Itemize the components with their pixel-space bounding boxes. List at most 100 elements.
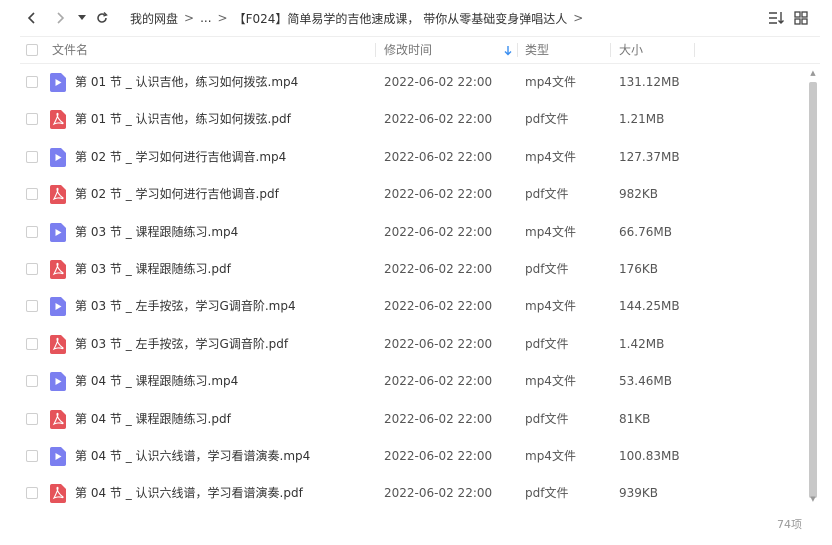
file-name[interactable]: 第 03 节 _ 左手按弦，学习G调音阶.mp4 [75, 288, 296, 325]
breadcrumb-separator: > [217, 11, 228, 25]
breadcrumb-item-ellipsis[interactable]: ... [200, 11, 211, 25]
file-modified-time: 2022-06-02 22:00 [384, 449, 493, 463]
video-file-icon [50, 372, 66, 392]
sort-list-icon [769, 12, 784, 24]
file-row[interactable]: 第 03 节 _ 左手按弦，学习G调音阶.mp4 2022-06-02 22:00… [20, 288, 805, 325]
file-row[interactable]: 第 03 节 _ 课程跟随练习.mp4 2022-06-02 22:00 mp4文件… [20, 214, 805, 251]
scroll-up-arrow-icon[interactable]: ▲ [808, 68, 818, 78]
row-checkbox[interactable] [26, 188, 38, 201]
column-divider[interactable] [375, 43, 376, 57]
file-modified-time: 2022-06-02 22:00 [384, 149, 493, 164]
row-checkbox[interactable] [26, 263, 38, 275]
file-type: mp4文件 [525, 299, 576, 314]
file-modified-time: 2022-06-02 22:00 [384, 112, 493, 127]
file-name[interactable]: 第 03 节 _ 课程跟随练习.pdf [75, 251, 231, 288]
file-row[interactable]: 第 01 节 _ 认识吉他，练习如何拨弦.mp4 2022-06-02 22:00… [20, 64, 805, 101]
file-name[interactable]: 第 04 节 _ 课程跟随练习.mp4 [75, 363, 238, 400]
file-size: 100.83MB [619, 449, 680, 463]
row-checkbox[interactable] [26, 225, 38, 238]
file-name[interactable]: 第 01 节 _ 认识吉他，练习如何拨弦.mp4 [75, 64, 298, 101]
file-row[interactable]: 第 04 节 _ 认识六线谱，学习看谱演奏.pdf 2022-06-02 22:0… [20, 475, 805, 512]
file-type: pdf文件 [525, 411, 569, 426]
file-row[interactable]: 第 02 节 _ 学习如何进行吉他调音.mp4 2022-06-02 22:00 m… [20, 139, 805, 176]
file-row[interactable]: 第 02 节 _ 学习如何进行吉他调音.pdf 2022-06-02 22:00 p… [20, 176, 805, 213]
row-checkbox[interactable] [26, 375, 38, 388]
file-modified-time: 2022-06-02 22:00 [384, 187, 493, 202]
chevron-left-icon [27, 12, 35, 24]
file-name[interactable]: 第 04 节 _ 认识六线谱，学习看谱演奏.pdf [75, 475, 303, 512]
scroll-down-arrow-icon[interactable]: ▼ [808, 494, 818, 504]
video-file-icon [50, 147, 66, 167]
refresh-icon [97, 12, 108, 23]
row-checkbox[interactable] [26, 487, 38, 500]
file-list: 第 01 节 _ 认识吉他，练习如何拨弦.mp4 2022-06-02 22:00… [0, 64, 832, 514]
forward-button[interactable] [50, 8, 70, 28]
row-checkbox[interactable] [26, 450, 38, 462]
file-row[interactable]: 第 04 节 _ 课程跟随练习.pdf 2022-06-02 22:00 pdf文件… [20, 401, 805, 438]
pdf-file-icon [50, 334, 66, 354]
file-type: mp4文件 [525, 449, 576, 463]
row-checkbox[interactable] [26, 337, 38, 350]
history-dropdown-button[interactable] [72, 8, 92, 28]
file-size: 127.37MB [619, 149, 680, 164]
column-divider[interactable] [517, 43, 518, 57]
file-size: 176KB [619, 262, 659, 276]
select-all-checkbox[interactable] [26, 44, 38, 56]
file-name[interactable]: 第 02 节 _ 学习如何进行吉他调音.mp4 [75, 139, 286, 176]
file-row[interactable]: 第 04 节 _ 认识六线谱，学习看谱演奏.mp4 2022-06-02 22:0… [20, 438, 805, 475]
file-modified-time: 2022-06-02 22:00 [384, 486, 493, 501]
row-checkbox[interactable] [26, 150, 38, 163]
row-checkbox[interactable] [26, 113, 38, 126]
file-modified-time: 2022-06-02 22:00 [384, 336, 493, 351]
file-size: 144.25MB [619, 299, 680, 314]
file-modified-time: 2022-06-02 22:00 [384, 224, 493, 239]
file-size: 53.46MB [619, 374, 672, 389]
row-checkbox[interactable] [26, 76, 38, 88]
item-count: 74项 [777, 518, 802, 531]
file-size: 1.21MB [619, 112, 665, 127]
chevron-right-icon [57, 12, 65, 24]
column-divider[interactable] [610, 43, 611, 57]
column-divider[interactable] [694, 43, 695, 57]
pdf-file-icon [50, 260, 66, 279]
file-name[interactable]: 第 03 节 _ 左手按弦，学习G调音阶.pdf [75, 326, 288, 363]
row-checkbox[interactable] [26, 412, 38, 425]
file-row[interactable]: 第 03 节 _ 左手按弦，学习G调音阶.pdf 2022-06-02 22:00… [20, 326, 805, 363]
breadcrumb-item-root[interactable]: 我的网盘 [130, 10, 178, 27]
file-type: pdf文件 [525, 262, 569, 276]
file-modified-time: 2022-06-02 22:00 [384, 411, 493, 426]
file-row[interactable]: 第 01 节 _ 认识吉他，练习如何拨弦.pdf 2022-06-02 22:00… [20, 101, 805, 138]
video-file-icon [50, 447, 66, 466]
file-row[interactable]: 第 03 节 _ 课程跟随练习.pdf 2022-06-02 22:00 pdf文件… [20, 251, 805, 288]
file-name[interactable]: 第 01 节 _ 认识吉他，练习如何拨弦.pdf [75, 101, 291, 138]
file-type: pdf文件 [525, 486, 569, 501]
file-size: 939KB [619, 486, 659, 501]
column-header-type[interactable]: 类型 [525, 37, 549, 63]
breadcrumb-separator: > [573, 11, 584, 25]
refresh-button[interactable] [92, 8, 112, 28]
scroll-thumb[interactable] [809, 82, 817, 498]
file-row[interactable]: 第 04 节 _ 课程跟随练习.mp4 2022-06-02 22:00 mp4文件… [20, 363, 805, 400]
file-name[interactable]: 第 04 节 _ 认识六线谱，学习看谱演奏.mp4 [75, 438, 310, 475]
back-button[interactable] [22, 8, 42, 28]
column-header-modified[interactable]: 修改时间 [384, 37, 432, 63]
pdf-file-icon [50, 409, 66, 429]
file-name[interactable]: 第 03 节 _ 课程跟随练习.mp4 [75, 214, 238, 251]
column-header-name[interactable]: 文件名 [52, 37, 88, 63]
file-modified-time: 2022-06-02 22:00 [384, 374, 493, 389]
file-name[interactable]: 第 02 节 _ 学习如何进行吉他调音.pdf [75, 176, 279, 213]
file-modified-time: 2022-06-02 22:00 [384, 75, 493, 89]
column-header-size[interactable]: 大小 [619, 37, 643, 63]
toolbar: 我的网盘 > ... > 【F024】简单易学的吉他速成课， 带你从零基础变身弹… [0, 0, 832, 36]
file-modified-time: 2022-06-02 22:00 [384, 262, 493, 276]
file-type: mp4文件 [525, 374, 576, 389]
view-grid-button[interactable] [791, 8, 811, 28]
pdf-file-icon [50, 110, 66, 130]
vertical-scrollbar[interactable]: ▲ ▼ [808, 68, 818, 504]
row-checkbox[interactable] [26, 300, 38, 313]
breadcrumb-item-current[interactable]: 【F024】简单易学的吉他速成课， 带你从零基础变身弹唱达人 [234, 10, 568, 27]
column-header-row: 文件名 修改时间 类型 大小 [20, 36, 820, 64]
pdf-file-icon [50, 484, 66, 504]
file-name[interactable]: 第 04 节 _ 课程跟随练习.pdf [75, 401, 231, 438]
sort-button[interactable] [766, 8, 786, 28]
